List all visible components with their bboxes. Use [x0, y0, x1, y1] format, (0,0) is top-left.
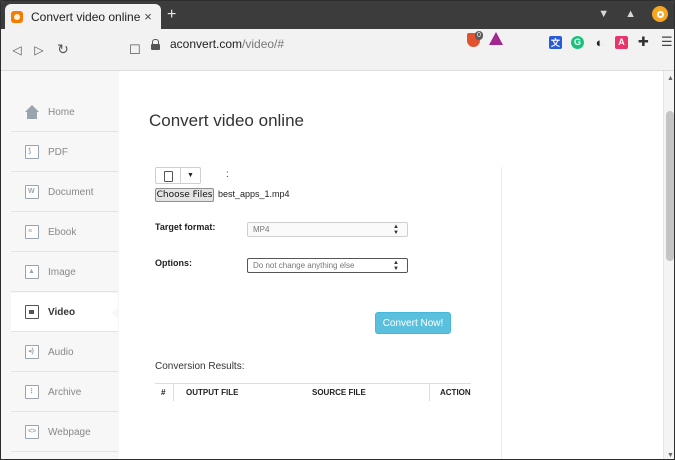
window-controls: ▼ ▲ — [598, 6, 668, 22]
target-format-label: Target format: — [155, 222, 216, 232]
options-label: Options: — [155, 258, 192, 268]
tab-title: Convert video online — [31, 9, 141, 24]
puzzle-icon[interactable]: ✚ — [637, 34, 650, 49]
shield-count-badge: 0 — [475, 31, 483, 40]
grammarly-icon[interactable]: G — [571, 35, 584, 49]
document-icon: W — [25, 185, 39, 199]
main-content: Convert video online ▼ : Choose Files be… — [119, 71, 663, 459]
tab-strip: Convert video online × + ▼ ▲ — [1, 1, 674, 29]
options-value: Do not change anything else — [253, 261, 355, 270]
sidebar-item-label: Image — [48, 266, 76, 278]
conversion-results-label: Conversion Results: — [155, 361, 245, 372]
menu-icon[interactable]: ☰ — [661, 34, 673, 50]
column-divider — [501, 167, 502, 459]
sidebar-item-label: Home — [48, 106, 75, 118]
browser-window: Convert video online × + ▼ ▲ ◁ ▷ ↻ ☐ aco… — [0, 0, 675, 460]
scroll-down-icon[interactable]: ▼ — [667, 452, 674, 459]
target-format-select[interactable]: MP4 ▲ ▼ — [247, 222, 408, 237]
audio-icon: ◂) — [25, 345, 39, 359]
new-tab-button[interactable]: + — [167, 7, 176, 23]
minimize-chevron-icon[interactable]: ▲ — [625, 8, 636, 20]
sidebar-item-document[interactable]: W Document — [11, 173, 118, 212]
file-icon[interactable] — [156, 168, 181, 183]
sidebar-item-label: Ebook — [48, 226, 77, 238]
column-separator — [429, 384, 430, 401]
sidebar-item-label: Webpage — [48, 426, 91, 438]
brave-rewards-icon[interactable] — [489, 32, 503, 45]
options-select[interactable]: Do not change anything else ▲ ▼ — [247, 258, 408, 273]
translate-extension-icon[interactable]: 文 — [549, 35, 562, 49]
active-pointer — [112, 306, 119, 320]
source-colon: : — [226, 169, 229, 180]
select-arrows-icon: ▲ ▼ — [393, 224, 399, 236]
sidebar-item-home[interactable]: Home — [11, 93, 118, 132]
page-title: Convert video online — [149, 111, 304, 130]
vertical-scrollbar[interactable]: ▲ ▼ — [663, 71, 674, 459]
sidebar-item-audio[interactable]: ◂) Audio — [11, 333, 118, 372]
tab-search-chevron-icon[interactable]: ▼ — [598, 8, 609, 20]
webpage-icon: <> — [25, 425, 39, 439]
archive-icon: ⋮ — [25, 385, 39, 399]
sidebar-item-ebook[interactable]: ≡ Ebook — [11, 213, 118, 252]
browser-tab[interactable]: Convert video online × — [5, 4, 161, 29]
url-host: aconvert.com — [170, 37, 243, 51]
sidebar-item-image[interactable]: ▲ Image — [11, 253, 118, 292]
column-header-number: # — [161, 388, 166, 397]
home-icon — [25, 105, 39, 119]
url-path: /video/# — [242, 37, 285, 51]
column-header-action: ACTION — [440, 388, 471, 397]
blocker-icon[interactable]: ◐ — [593, 35, 606, 50]
sidebar-item-video[interactable]: Video — [11, 293, 119, 332]
caret-down-icon[interactable]: ▼ — [181, 168, 200, 183]
sidebar-item-archive[interactable]: ⋮ Archive — [11, 373, 118, 412]
lock-icon[interactable] — [151, 38, 160, 50]
scroll-up-icon[interactable]: ▲ — [667, 75, 674, 82]
forward-icon[interactable]: ▷ — [28, 39, 50, 61]
aconvert-favicon-icon — [11, 10, 23, 23]
profile-icon[interactable] — [652, 6, 668, 22]
video-icon — [25, 305, 39, 319]
column-separator — [173, 384, 174, 401]
results-table-header: # OUTPUT FILE SOURCE FILE ACTION — [155, 383, 471, 401]
selected-file-name: best_apps_1.mp4 — [218, 189, 290, 199]
select-arrows-icon: ▲ ▼ — [393, 260, 399, 272]
sidebar-nav: Home ⟆ PDF W Document ≡ Ebook ▲ Image Vi… — [11, 93, 119, 459]
convert-now-button[interactable]: Convert Now! — [375, 312, 451, 334]
extensions-area: 文 G ◐ A ✚ ☰ — [549, 34, 673, 50]
sidebar-item-pdf[interactable]: ⟆ PDF — [11, 133, 118, 172]
font-icon[interactable]: A — [615, 35, 628, 49]
pdf-icon: ⟆ — [25, 145, 39, 159]
reload-icon[interactable]: ↻ — [52, 39, 74, 61]
column-header-output-file: OUTPUT FILE — [186, 388, 239, 397]
url-text: aconvert.com/video/# — [170, 37, 284, 51]
column-header-source-file: SOURCE FILE — [312, 388, 366, 397]
page-viewport: Home ⟆ PDF W Document ≡ Ebook ▲ Image Vi… — [1, 71, 663, 459]
image-icon: ▲ — [25, 265, 39, 279]
sidebar-item-webpage[interactable]: <> Webpage — [11, 413, 118, 452]
address-bar[interactable]: aconvert.com/video/# — [151, 35, 461, 53]
bookmark-icon[interactable]: ☐ — [129, 42, 141, 58]
sidebar-item-label: Document — [48, 186, 94, 198]
target-format-value: MP4 — [253, 225, 270, 234]
sidebar-item-label: Archive — [48, 386, 82, 398]
back-icon[interactable]: ◁ — [6, 39, 28, 61]
close-tab-icon[interactable]: × — [141, 9, 155, 24]
file-source-selector[interactable]: ▼ — [155, 167, 201, 184]
sidebar-item-label: PDF — [48, 146, 68, 158]
browser-toolbar: ◁ ▷ ↻ ☐ aconvert.com/video/# 0 文 G ◐ A ✚… — [1, 29, 674, 71]
sidebar-item-label: Video — [48, 306, 76, 318]
ebook-icon: ≡ — [25, 225, 39, 239]
scroll-thumb[interactable] — [666, 111, 674, 261]
choose-files-button[interactable]: Choose Files — [155, 188, 214, 202]
sidebar-item-label: Audio — [48, 346, 74, 358]
